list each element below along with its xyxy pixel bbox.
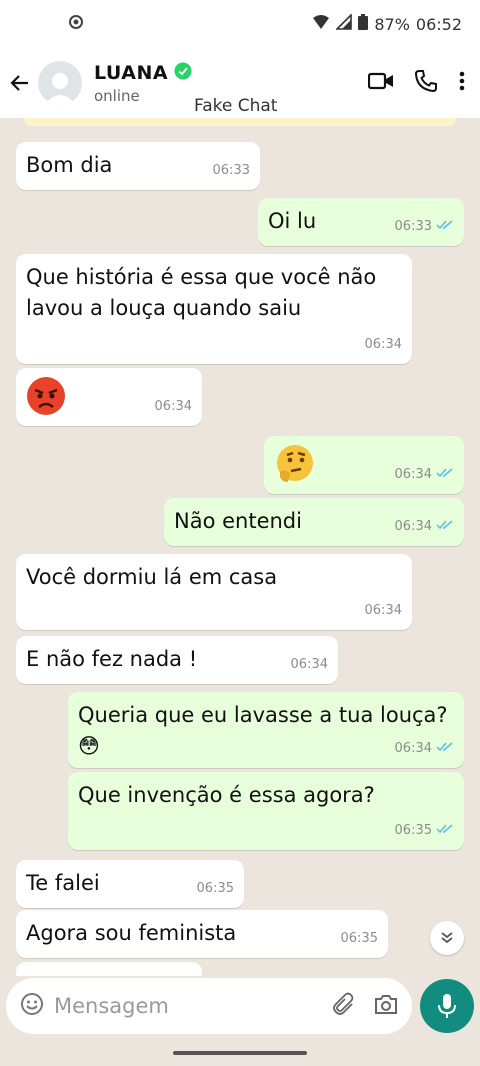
- message-time: 06:34: [394, 741, 432, 756]
- message-input[interactable]: Mensagem: [54, 994, 332, 1018]
- battery-level: 87%: [374, 14, 410, 34]
- wifi-icon: [312, 14, 330, 34]
- message-time: 06:34: [290, 657, 328, 672]
- message-incoming-partial[interactable]: [16, 962, 202, 976]
- message-time: 06:33: [394, 219, 432, 234]
- message-text: Que história é essa que você não lavou a…: [26, 265, 377, 320]
- attach-icon[interactable]: [332, 992, 356, 1020]
- signal-icon: [335, 13, 353, 34]
- avatar[interactable]: [38, 61, 82, 105]
- read-ticks-icon: [436, 733, 454, 764]
- message-text: Oi lu: [268, 209, 317, 233]
- navigation-bar: [0, 1040, 480, 1066]
- message-incoming[interactable]: 06:34: [16, 368, 202, 426]
- read-ticks-icon: [436, 211, 454, 242]
- message-time: 06:35: [196, 881, 234, 896]
- angry-face-icon: [26, 376, 66, 425]
- message-list[interactable]: Bom dia 06:33 Oi lu 06:33 Que história é…: [0, 126, 480, 976]
- read-ticks-icon: [436, 815, 454, 846]
- message-time: 06:34: [394, 519, 432, 534]
- thinking-face-icon: [274, 444, 314, 493]
- emoji-icon[interactable]: [20, 992, 44, 1020]
- message-outgoing[interactable]: Oi lu 06:33: [258, 198, 464, 246]
- message-text: Agora sou feminista: [26, 921, 237, 945]
- notification-icon: [68, 14, 84, 34]
- message-text: Te falei: [26, 871, 100, 895]
- back-arrow-icon[interactable]: [6, 69, 34, 97]
- video-call-icon[interactable]: [367, 71, 394, 95]
- status-bar: 87% 06:52: [0, 0, 480, 48]
- encryption-notice-edge: [24, 118, 456, 126]
- watermark-text: Fake Chat: [194, 96, 278, 116]
- home-gesture-handle[interactable]: [173, 1051, 307, 1055]
- verified-icon: [174, 62, 192, 84]
- message-time: 06:33: [212, 163, 250, 178]
- microphone-icon: [438, 994, 456, 1018]
- message-outgoing[interactable]: Não entendi 06:34: [164, 498, 464, 546]
- clock: 06:52: [415, 14, 462, 34]
- message-text: Você dormiu lá em casa: [26, 565, 278, 589]
- message-composer[interactable]: Mensagem: [6, 978, 412, 1034]
- read-ticks-icon: [436, 459, 454, 490]
- message-incoming[interactable]: E não fez nada ! 06:34: [16, 636, 338, 684]
- message-time: 06:34: [364, 603, 402, 618]
- message-outgoing[interactable]: 06:34: [264, 436, 464, 494]
- message-time: 06:34: [154, 399, 192, 414]
- message-incoming[interactable]: Agora sou feminista 06:35: [16, 910, 388, 958]
- message-time: 06:35: [394, 823, 432, 838]
- message-incoming[interactable]: Te falei 06:35: [16, 860, 244, 908]
- message-incoming[interactable]: Você dormiu lá em casa 06:34: [16, 554, 412, 630]
- message-text: Bom dia: [26, 153, 113, 177]
- read-ticks-icon: [436, 511, 454, 542]
- message-text: E não fez nada !: [26, 647, 198, 671]
- message-outgoing[interactable]: Que invenção é essa agora? 06:35: [68, 772, 464, 850]
- message-text: Que invenção é essa agora?: [78, 783, 375, 807]
- contact-name: LUANA: [94, 61, 169, 84]
- message-time: 06:34: [364, 337, 402, 352]
- voice-message-button[interactable]: [420, 979, 474, 1033]
- message-text: Queria que eu lavasse a tua louça?😳: [78, 703, 448, 758]
- camera-icon[interactable]: [374, 993, 398, 1019]
- message-time: 06:35: [340, 931, 378, 946]
- battery-icon: [358, 14, 369, 34]
- message-incoming[interactable]: Bom dia 06:33: [16, 142, 260, 190]
- scroll-down-button[interactable]: [430, 921, 464, 955]
- message-text: Não entendi: [174, 509, 302, 533]
- more-options-icon[interactable]: [458, 70, 466, 96]
- phone-call-icon[interactable]: [414, 69, 438, 97]
- message-outgoing[interactable]: Queria que eu lavasse a tua louça?😳 06:3…: [68, 692, 464, 768]
- message-time: 06:34: [394, 467, 432, 482]
- double-chevron-down-icon: [441, 932, 453, 944]
- message-incoming[interactable]: Que história é essa que você não lavou a…: [16, 254, 412, 364]
